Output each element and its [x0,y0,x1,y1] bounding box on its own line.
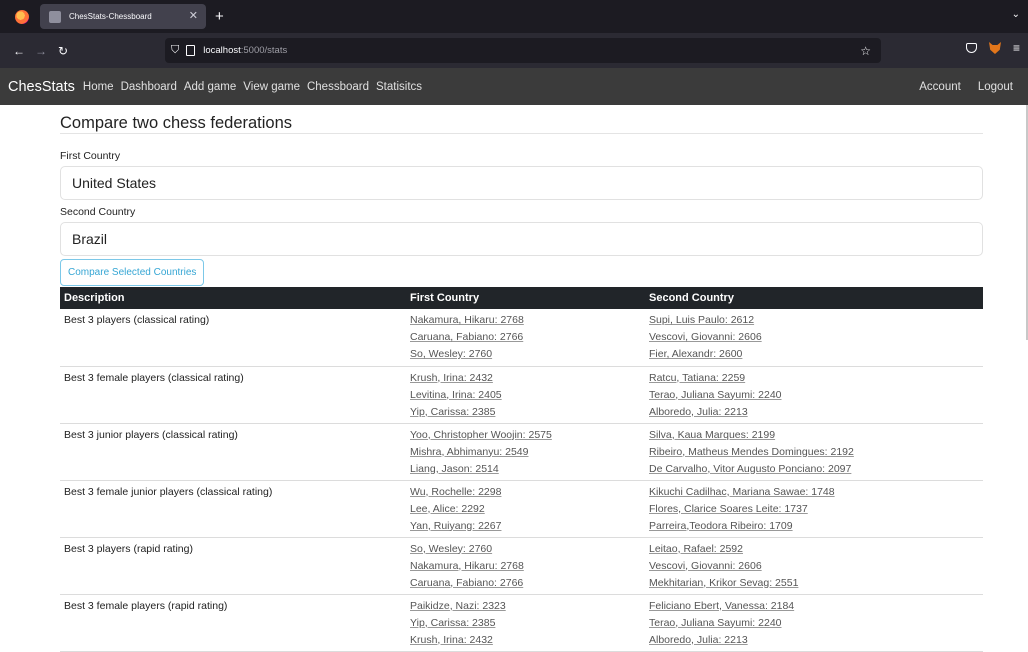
second-country-label: Second Country [60,206,136,218]
header-second-country: Second Country [649,292,734,304]
browser-tab[interactable]: ChesStats-Chessboard ✕ [40,4,206,29]
table-row: Best 3 players (classical rating) Nakamu… [60,309,983,367]
player-link[interactable]: Ribeiro, Matheus Mendes Domingues: 2192 [649,444,979,461]
page-title: Compare two chess federations [60,105,983,134]
back-icon[interactable]: ← [8,44,30,58]
player-link[interactable]: Yip, Carissa: 2385 [410,404,641,421]
player-link[interactable]: Nakamura, Hikaru: 2768 [410,558,641,575]
player-link[interactable]: So, Wesley: 2760 [410,541,641,558]
new-tab-icon[interactable]: + [215,9,224,24]
table-row: Best 3 female junior players (classical … [60,480,983,538]
row-description: Best 3 players (classical rating) [60,309,406,367]
page-info-icon[interactable] [186,45,196,56]
player-link[interactable]: Wu, Rochelle: 2298 [410,484,641,501]
player-link[interactable]: Mekhitarian, Krikor Sevag: 2551 [649,575,979,592]
table-row: Best 3 players (rapid rating) So, Wesley… [60,537,983,595]
player-link[interactable]: Supi, Luis Paulo: 2612 [649,312,979,329]
tab-title: ChesStats-Chessboard [69,12,152,21]
player-link[interactable]: Flores, Clarice Soares Leite: 1737 [649,501,979,518]
tracking-shield-icon[interactable]: ⛉ [171,44,179,57]
nav-home[interactable]: Home [83,81,114,93]
url-host: localhost [203,45,241,56]
player-link[interactable]: Yoo, Christopher Woojin: 2575 [410,427,641,444]
site-navbar: ChesStats Home Dashboard Add game View g… [0,68,1028,105]
brand-link[interactable]: ChesStats [8,79,75,95]
table-header-row: Description First Country Second Country [60,287,983,309]
browser-tab-bar: ChesStats-Chessboard ✕ + ⌄ [0,0,1028,33]
first-country-label: First Country [60,150,121,162]
player-link[interactable]: Parreira,Teodora Ribeiro: 1709 [649,518,979,535]
player-link[interactable]: Nakamura, Hikaru: 2768 [410,312,641,329]
table-row: Best 3 female players (rapid rating) Pai… [60,594,983,652]
player-link[interactable]: Alboredo, Julia: 2213 [649,404,979,421]
player-link[interactable]: So, Wesley: 2760 [410,346,641,363]
browser-toolbar: ← → ↻ ⛉ localhost:5000/stats ☆ ≡ [0,33,1028,68]
forward-icon[interactable]: → [30,44,52,58]
row-description: Best 3 players (rapid rating) [60,537,406,595]
nav-statistics[interactable]: Statisitcs [376,81,422,93]
player-link[interactable]: Levitina, Irina: 2405 [410,387,641,404]
table-row: Best 3 female players (classical rating)… [60,366,983,424]
reload-icon[interactable]: ↻ [52,44,74,58]
player-link[interactable]: Caruana, Fabiano: 2766 [410,575,641,592]
player-link[interactable]: Krush, Irina: 2432 [410,370,641,387]
row-description: Best 3 junior players (classical rating) [60,423,406,481]
firefox-logo-icon [15,9,29,24]
nav-chessboard[interactable]: Chessboard [307,81,369,93]
nav-logout[interactable]: Logout [978,81,1013,93]
player-link[interactable]: Silva, Kaua Marques: 2199 [649,427,979,444]
table-row: Best 3 junior players (classical rating)… [60,423,983,481]
player-link[interactable]: Feliciano Ebert, Vanessa: 2184 [649,598,979,615]
player-link[interactable]: Liang, Jason: 2514 [410,461,641,478]
compare-button[interactable]: Compare Selected Countries [60,259,205,286]
player-link[interactable]: Vescovi, Giovanni: 2606 [649,558,979,575]
nav-account[interactable]: Account [919,81,961,93]
metamask-extension-icon[interactable] [988,42,1001,54]
player-link[interactable]: Yan, Ruiyang: 2267 [410,518,641,535]
player-link[interactable]: Fier, Alexandr: 2600 [649,346,979,363]
url-path: :5000/stats [240,45,288,56]
player-link[interactable]: Vescovi, Giovanni: 2606 [649,329,979,346]
bookmark-star-icon[interactable]: ☆ [860,44,871,58]
player-link[interactable]: Caruana, Fabiano: 2766 [410,329,641,346]
url-bar[interactable]: ⛉ localhost:5000/stats ☆ [165,38,881,63]
nav-dashboard[interactable]: Dashboard [121,81,177,93]
player-link[interactable]: Ratcu, Tatiana: 2259 [649,370,979,387]
tab-favicon-icon [49,10,61,23]
main-content: Compare two chess federations First Coun… [60,105,983,652]
player-link[interactable]: Leitao, Rafael: 2592 [649,541,979,558]
pocket-icon[interactable] [965,43,977,53]
player-link[interactable]: Mishra, Abhimanyu: 2549 [410,444,641,461]
second-country-select[interactable]: Brazil [60,222,983,256]
player-link[interactable]: De Carvalho, Vitor Augusto Ponciano: 209… [649,461,979,478]
row-description: Best 3 female junior players (classical … [60,480,406,538]
player-link[interactable]: Krush, Irina: 2432 [410,632,641,649]
close-tab-icon[interactable]: ✕ [189,11,198,22]
player-link[interactable]: Alboredo, Julia: 2213 [649,632,979,649]
comparison-table: Description First Country Second Country… [60,287,983,652]
player-link[interactable]: Paikidze, Nazi: 2323 [410,598,641,615]
first-country-select[interactable]: United States [60,166,983,200]
header-description: Description [64,292,125,304]
player-link[interactable]: Lee, Alice: 2292 [410,501,641,518]
player-link[interactable]: Kikuchi Cadilhac, Mariana Sawae: 1748 [649,484,979,501]
menu-icon[interactable]: ≡ [1013,42,1020,54]
nav-view-game[interactable]: View game [243,81,300,93]
player-link[interactable]: Terao, Juliana Sayumi: 2240 [649,615,979,632]
list-tabs-icon[interactable]: ⌄ [1012,9,1020,20]
row-description: Best 3 female players (rapid rating) [60,594,406,652]
nav-add-game[interactable]: Add game [184,81,236,93]
player-link[interactable]: Terao, Juliana Sayumi: 2240 [649,387,979,404]
player-link[interactable]: Yip, Carissa: 2385 [410,615,641,632]
header-first-country: First Country [410,292,480,304]
row-description: Best 3 female players (classical rating) [60,366,406,424]
